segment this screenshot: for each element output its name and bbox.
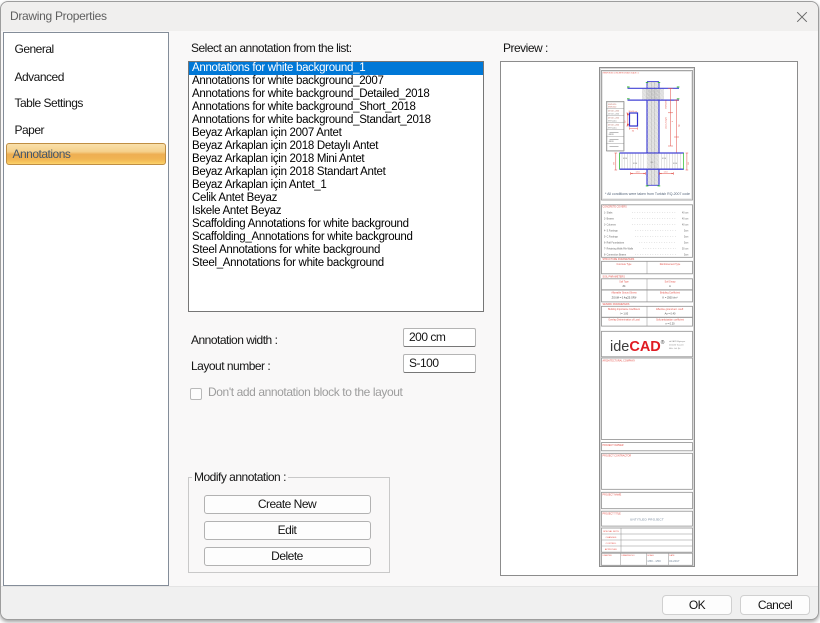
svg-text:PROJECT CONTRACTOR: PROJECT CONTRACTOR bbox=[603, 455, 632, 458]
svg-text:SPECIAL NOTE: SPECIAL NOTE bbox=[603, 530, 619, 533]
svg-text:Concrete Type: Concrete Type bbox=[617, 263, 633, 266]
svg-text:4Φ14 L=350: 4Φ14 L=350 bbox=[608, 124, 620, 127]
svg-text:Φ8/10/20: Φ8/10/20 bbox=[664, 100, 667, 109]
svg-text:PROJECT TITLE: PROJECT TITLE bbox=[603, 513, 622, 516]
svg-text:REINFORCED CONCRETE DETAILS SC: REINFORCED CONCRETE DETAILS SCALE 1:1 bbox=[603, 72, 640, 75]
svg-text:4- S.Footings: 4- S.Footings bbox=[604, 230, 619, 233]
svg-text:2Φ12 L=350: 2Φ12 L=350 bbox=[608, 112, 620, 115]
svg-text:1/50 - 1/50: 1/50 - 1/50 bbox=[647, 559, 661, 563]
svg-text:Soil Group: Soil Group bbox=[665, 280, 677, 283]
svg-text:PROJECT OWNER: PROJECT OWNER bbox=[603, 444, 624, 447]
svg-text:7- Retaining Walls File Walls: 7- Retaining Walls File Walls bbox=[604, 248, 634, 251]
svg-text:1- Slabs: 1- Slabs bbox=[604, 213, 613, 215]
svg-text:ideYAPI Bilgisayar: ideYAPI Bilgisayar bbox=[669, 340, 686, 343]
svg-text:Allowable Ground Stress: Allowable Ground Stress bbox=[611, 292, 637, 295]
svg-text:Destekli Tasarım: Destekli Tasarım bbox=[669, 344, 684, 347]
svg-text:Ao = 0.40: Ao = 0.40 bbox=[665, 313, 676, 316]
svg-text:SOIL PARAMETERS: SOIL PARAMETERS bbox=[603, 275, 626, 278]
svg-text:Φ8 hooks: Φ8 hooks bbox=[608, 126, 617, 129]
svg-text:* All conditions were taken fr: * All conditions were taken from Turkish… bbox=[605, 192, 690, 196]
svg-text:Φ8/10/20: Φ8/10/20 bbox=[608, 105, 617, 108]
svg-text:5cm: 5cm bbox=[684, 231, 688, 233]
svg-text:Soil Type: Soil Type bbox=[619, 281, 629, 283]
svg-text:APPROVED: APPROVED bbox=[605, 548, 618, 551]
svg-text:Φ8/20: Φ8/20 bbox=[609, 140, 614, 143]
svg-text:Effective ground acc. coeff.: Effective ground acc. coeff. bbox=[656, 308, 684, 311]
svg-text:Overlap Determination of Load: Overlap Determination of Load bbox=[608, 319, 640, 322]
svg-text:STRUCTURE PARAMETERS: STRUCTURE PARAMETERS bbox=[603, 258, 635, 261]
svg-text:3- Columns: 3- Columns bbox=[604, 225, 617, 227]
svg-text:DRAFTED: DRAFTED bbox=[603, 554, 613, 557]
svg-text:K = 2500 t/m³: K = 2500 t/m³ bbox=[662, 297, 677, 300]
svg-text:8- Connection Beams: 8- Connection Beams bbox=[604, 253, 627, 256]
svg-text:Soil participation coefficient: Soil participation coefficient bbox=[656, 319, 684, 322]
svg-text:40 cm: 40 cm bbox=[682, 219, 688, 221]
svg-text:CONTROL: CONTROL bbox=[606, 543, 617, 545]
svg-text:5cm: 5cm bbox=[684, 237, 688, 239]
svg-text:DATE: DATE bbox=[669, 554, 675, 557]
svg-text:ZGUM = 0.4q(25.GR)²: ZGUM = 0.4q(25.GR)² bbox=[612, 297, 637, 300]
svg-text:UNTITLED PROJECT: UNTITLED PROJECT bbox=[630, 518, 664, 522]
svg-text:6- Raft Foundations: 6- Raft Foundations bbox=[604, 242, 625, 245]
svg-text:04.2017: 04.2017 bbox=[669, 559, 680, 563]
svg-text:CONCRETE COVERS: CONCRETE COVERS bbox=[603, 205, 628, 208]
svg-text:SEISMIC PARAMETERS: SEISMIC PARAMETERS bbox=[603, 303, 630, 306]
svg-text:Müh. Ltd. Şti.: Müh. Ltd. Şti. bbox=[669, 347, 681, 350]
svg-text:DRAWING NO: DRAWING NO bbox=[621, 554, 635, 557]
svg-text:Φ8/20: Φ8/20 bbox=[609, 133, 614, 136]
svg-text:5cm: 5cm bbox=[684, 243, 688, 245]
svg-text:Φ8 hooks: Φ8 hooks bbox=[608, 119, 617, 122]
svg-text:Φ8/10/20: Φ8/10/20 bbox=[608, 103, 617, 106]
svg-text:50 cm: 50 cm bbox=[682, 249, 688, 251]
svg-text:ideCAD®: ideCAD® bbox=[610, 339, 665, 355]
svg-text:SCALE: SCALE bbox=[647, 554, 654, 557]
svg-text:Bedding Coefficient: Bedding Coefficient bbox=[660, 292, 680, 295]
svg-text:Reinforcement Type: Reinforcement Type bbox=[660, 263, 681, 266]
svg-text:40 cm: 40 cm bbox=[682, 213, 688, 215]
svg-text:ARCHITECTURAL COMPANY: ARCHITECTURAL COMPANY bbox=[603, 359, 636, 362]
svg-text:5- C.Footings: 5- C.Footings bbox=[604, 236, 619, 239]
svg-text:PROJECT NAME: PROJECT NAME bbox=[603, 494, 622, 497]
svg-text:4Φ14 L=350: 4Φ14 L=350 bbox=[608, 117, 620, 120]
svg-text:storey height: storey height bbox=[664, 117, 667, 129]
svg-text:2- Beams: 2- Beams bbox=[604, 219, 615, 221]
svg-text:I = 1.00: I = 1.00 bbox=[620, 313, 629, 316]
svg-text:5cm: 5cm bbox=[684, 254, 688, 256]
svg-text:40 cm: 40 cm bbox=[682, 225, 688, 227]
svg-text:Building Importance Coefficien: Building Importance Coefficient bbox=[608, 308, 640, 311]
svg-text:CHANGES: CHANGES bbox=[606, 536, 617, 539]
svg-text:4Φ14 L=350: 4Φ14 L=350 bbox=[608, 110, 620, 113]
svg-text:n = 0.20: n = 0.20 bbox=[665, 323, 675, 326]
